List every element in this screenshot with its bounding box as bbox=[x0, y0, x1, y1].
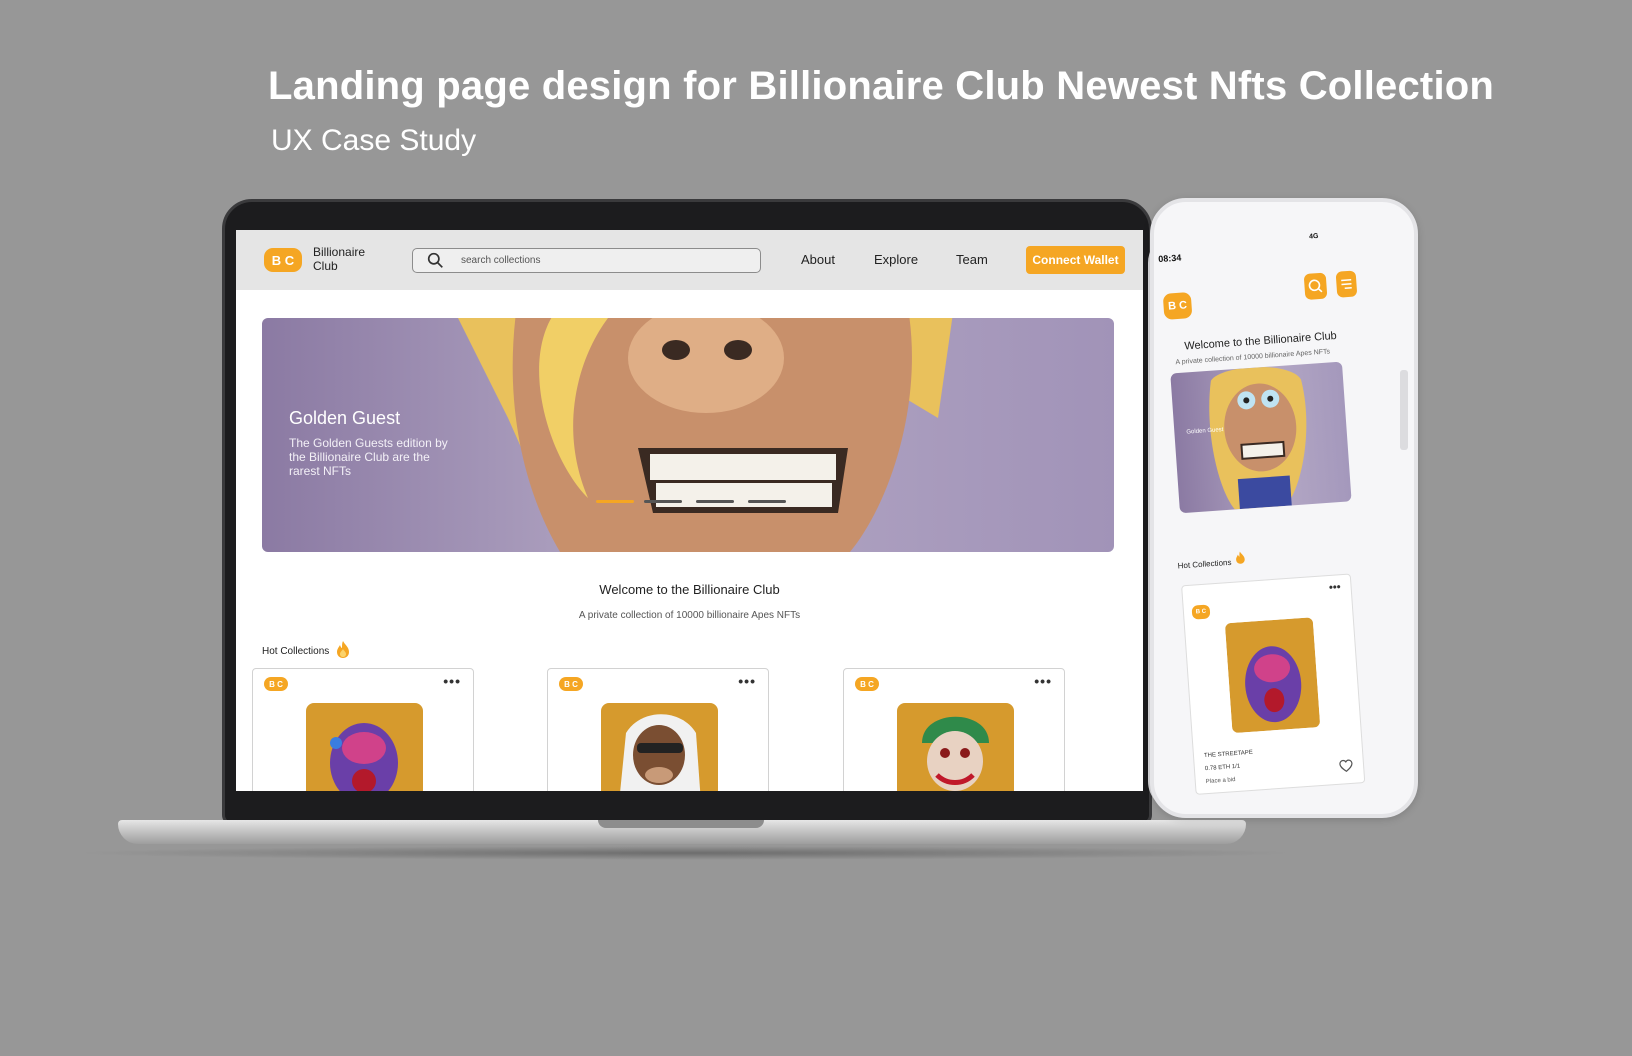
laptop-screen: B C Billionaire Club search collections … bbox=[236, 230, 1143, 791]
search-placeholder: search collections bbox=[461, 255, 541, 266]
mobile-nft-card[interactable]: B C ••• THE STREETAPE 0.78 ETH 1/1 Place… bbox=[1181, 573, 1366, 795]
carousel-dot[interactable] bbox=[644, 500, 682, 503]
card-brand-badge: B C bbox=[559, 677, 583, 691]
nft-card[interactable]: B C ••• bbox=[843, 668, 1065, 791]
nft-price: 0.78 ETH 1/1 bbox=[1204, 763, 1241, 773]
ape-hero-illustration bbox=[458, 318, 953, 552]
search-icon bbox=[1308, 279, 1323, 293]
hero-description: The Golden Guests edition by the Billion… bbox=[289, 436, 448, 478]
status-time: 08:34 bbox=[1157, 252, 1182, 265]
carousel-dot-active[interactable] bbox=[596, 500, 634, 503]
phone-screen: 08:34 4G B C Welcome to the Billionaire … bbox=[1154, 208, 1414, 809]
mobile-hero-banner[interactable]: Golden Guest bbox=[1170, 361, 1352, 514]
hero-title: Golden Guest bbox=[289, 408, 401, 428]
search-input[interactable]: search collections bbox=[412, 248, 761, 273]
mobile-search-button[interactable] bbox=[1303, 272, 1328, 300]
fire-icon bbox=[1236, 551, 1245, 564]
mobile-hot-collections-label: Hot Collections bbox=[1177, 557, 1232, 571]
carousel-dot[interactable] bbox=[696, 500, 734, 503]
hero-banner[interactable]: Golden Guest The Golden Guests edition b… bbox=[262, 318, 1114, 552]
card-menu-icon[interactable]: ••• bbox=[738, 673, 756, 689]
laptop-notch bbox=[598, 820, 764, 828]
page-subheadline: UX Case Study bbox=[271, 124, 477, 157]
place-bid-link[interactable]: Place a bid bbox=[1206, 777, 1236, 785]
nav-link-team[interactable]: Team bbox=[956, 252, 988, 267]
brand-name: Billionaire Club bbox=[313, 245, 366, 273]
nav-link-about[interactable]: About bbox=[801, 252, 835, 267]
mobile-brand-logo[interactable]: B C bbox=[1162, 291, 1193, 320]
nft-image-purple-ape bbox=[306, 703, 423, 791]
nft-image-purple-ape bbox=[1224, 617, 1321, 734]
nft-image-sheikh-ape bbox=[601, 703, 718, 791]
welcome-title: Welcome to the Billionaire Club bbox=[599, 582, 780, 597]
laptop-shadow bbox=[70, 846, 1300, 860]
card-menu-icon[interactable]: ••• bbox=[443, 673, 461, 689]
nft-image-joker-ape bbox=[897, 703, 1014, 791]
heart-icon[interactable] bbox=[1339, 759, 1354, 773]
connect-wallet-button[interactable]: Connect Wallet bbox=[1026, 246, 1125, 274]
nft-card[interactable]: B C ••• bbox=[252, 668, 474, 791]
fire-icon bbox=[337, 641, 349, 658]
card-menu-icon[interactable]: ••• bbox=[1329, 581, 1341, 594]
menu-icon bbox=[1341, 279, 1352, 289]
phone-side-button bbox=[1400, 370, 1408, 450]
carousel-dot[interactable] bbox=[748, 500, 786, 503]
nft-card[interactable]: B C ••• bbox=[547, 668, 769, 791]
nft-name: THE STREETAPE bbox=[1203, 749, 1254, 760]
card-brand-badge: B C bbox=[855, 677, 879, 691]
ape-hero-illustration bbox=[1209, 366, 1307, 510]
card-brand-badge: B C bbox=[264, 677, 288, 691]
top-nav: B C Billionaire Club search collections … bbox=[236, 230, 1143, 290]
card-brand-badge: B C bbox=[1191, 604, 1211, 620]
page-headline: Landing page design for Billionaire Club… bbox=[268, 64, 1495, 108]
phone-device: 08:34 4G B C Welcome to the Billionaire … bbox=[1150, 198, 1418, 818]
welcome-subtitle: A private collection of 10000 billionair… bbox=[578, 610, 801, 621]
search-icon bbox=[427, 252, 443, 268]
brand-logo[interactable]: B C bbox=[264, 248, 302, 272]
mobile-menu-button[interactable] bbox=[1335, 270, 1358, 298]
hot-collections-label: Hot Collections bbox=[262, 646, 330, 657]
card-menu-icon[interactable]: ••• bbox=[1034, 673, 1052, 689]
nav-link-explore[interactable]: Explore bbox=[874, 252, 918, 267]
status-network: 4G bbox=[1308, 232, 1319, 241]
